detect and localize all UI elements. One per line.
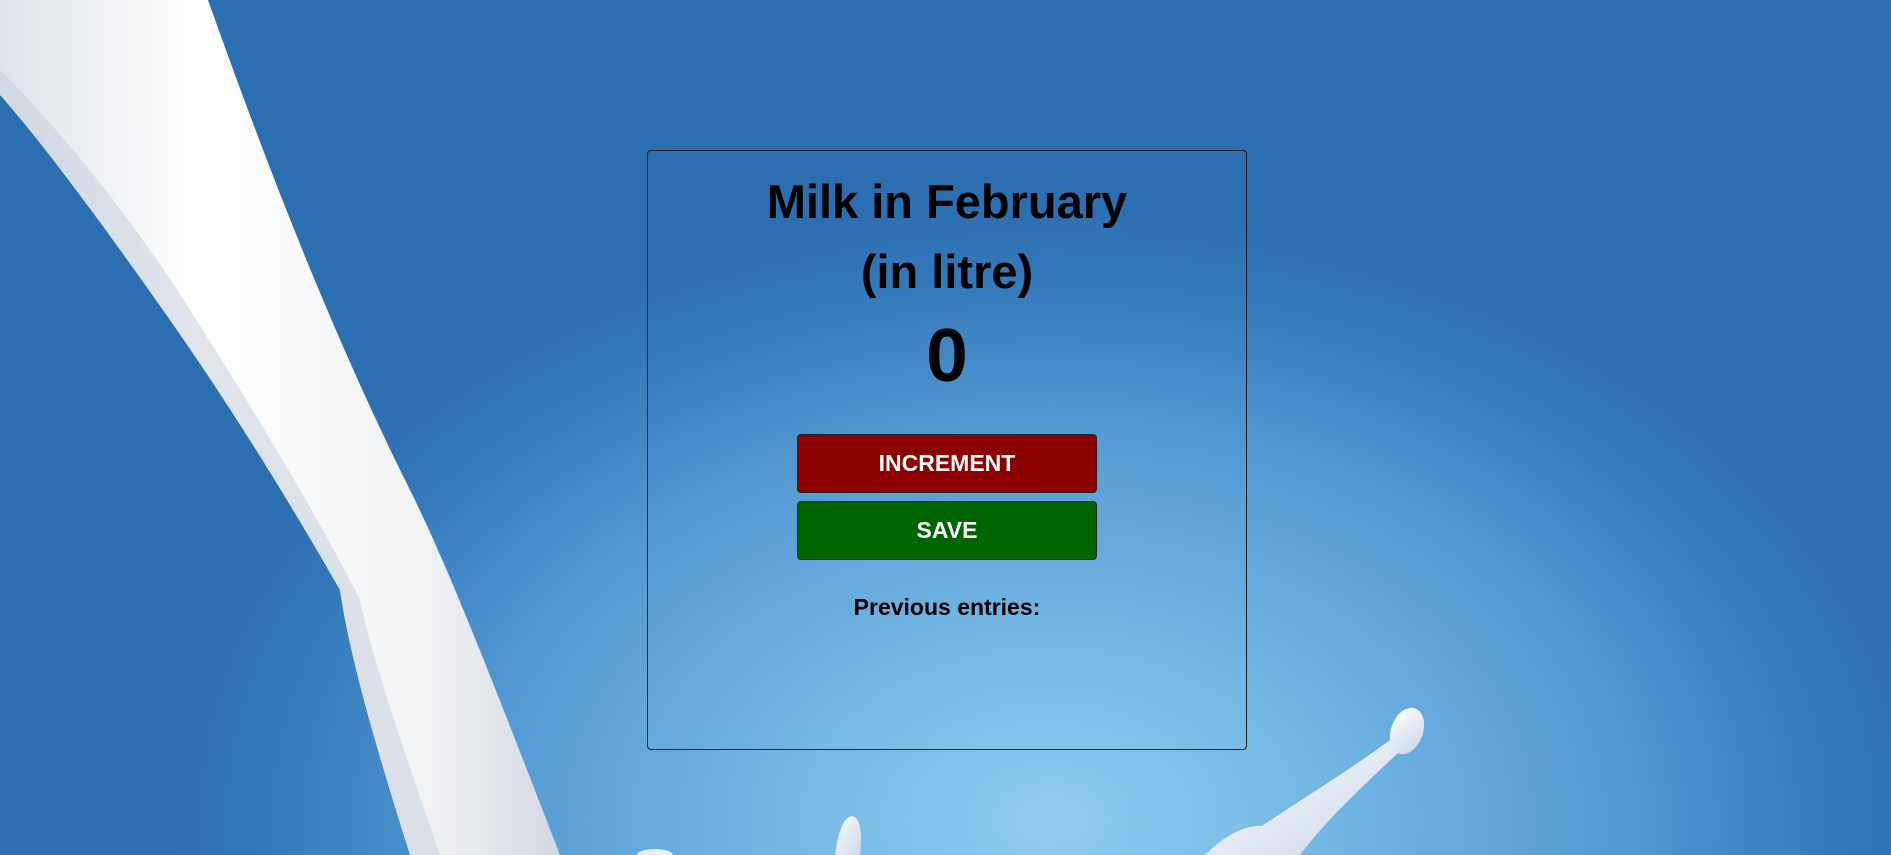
milk-splash-arm	[1205, 734, 1406, 855]
counter-title-line2: (in litre)	[860, 245, 1034, 298]
milk-splash-drop	[835, 816, 862, 855]
milk-splash-blob	[637, 849, 673, 855]
milk-stream	[0, 0, 560, 855]
previous-entries-label: Previous entries:	[853, 594, 1041, 620]
counter-title-line1: Milk in February	[766, 175, 1128, 228]
counter-value: 0	[926, 313, 968, 397]
save-button[interactable]: SAVE	[797, 501, 1097, 560]
counter-title: Milk in February (in litre)	[648, 167, 1246, 307]
increment-button[interactable]: INCREMENT	[797, 434, 1097, 493]
milk-counter-card: Milk in February (in litre) 0 INCREMENT …	[647, 150, 1247, 750]
